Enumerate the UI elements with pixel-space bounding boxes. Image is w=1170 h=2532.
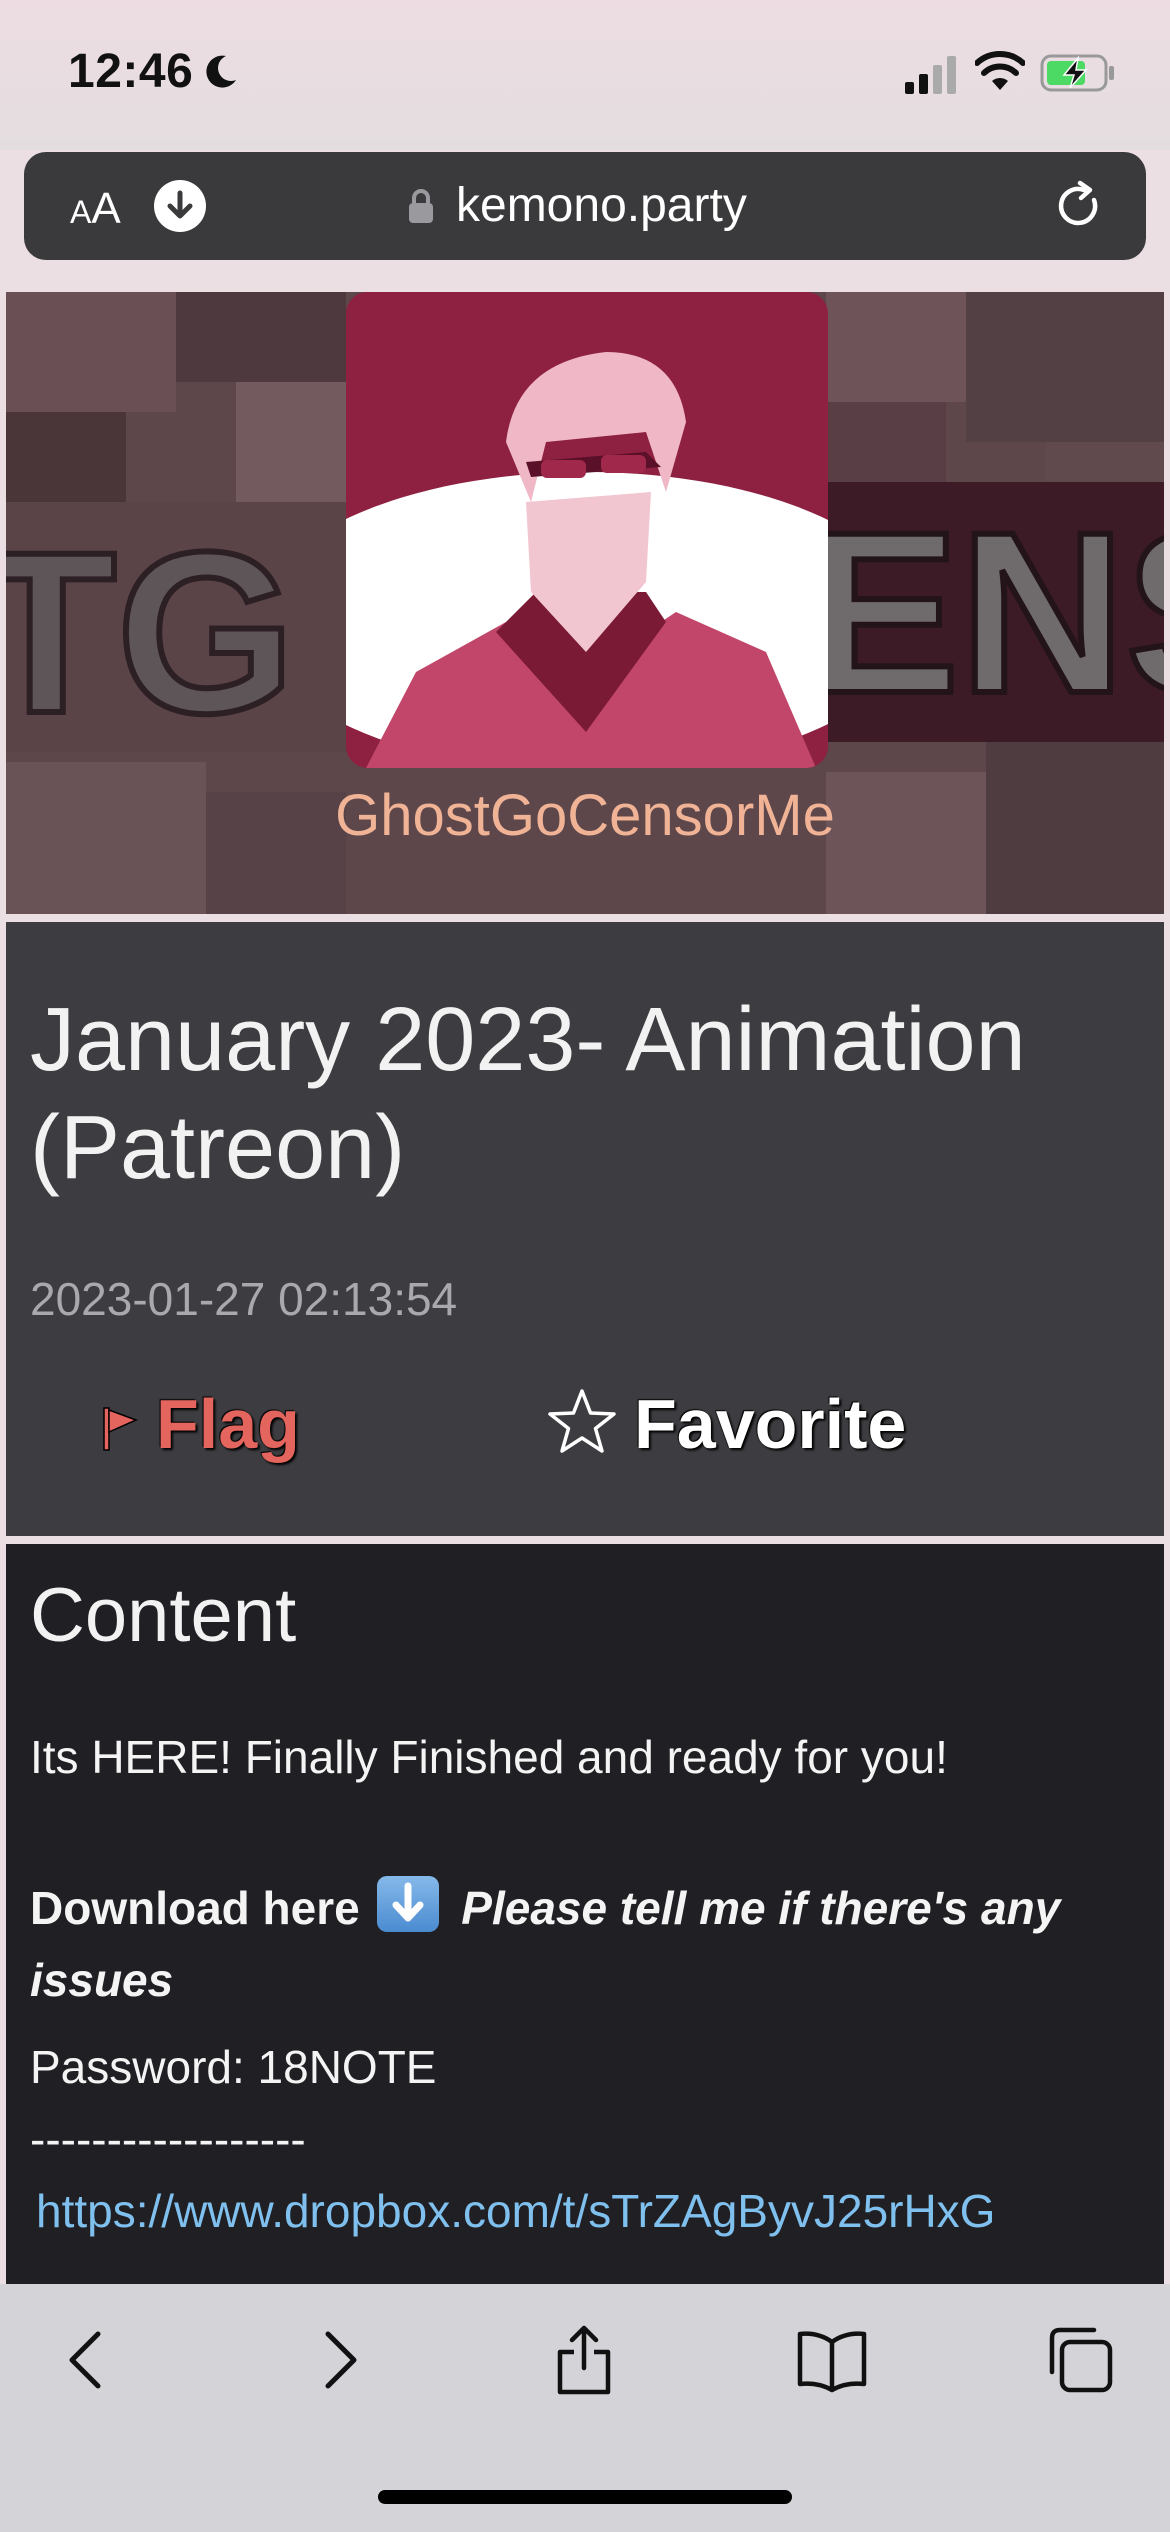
lock-icon xyxy=(409,189,433,223)
home-indicator[interactable] xyxy=(378,2490,792,2504)
status-bar: 12:46 xyxy=(0,0,1170,150)
dropbox-link[interactable]: https://www.dropbox.com/t/sTrZAgByvJ25rH… xyxy=(36,2184,995,2238)
address-bar[interactable]: AA kemono.party xyxy=(24,152,1146,260)
reload-icon[interactable] xyxy=(1054,180,1106,232)
text-size-button[interactable]: AA xyxy=(70,184,121,234)
post-title: January 2023- Animation (Patreon) xyxy=(30,990,1026,1198)
tabs-icon[interactable] xyxy=(1044,2324,1116,2396)
favorite-button[interactable]: Favorite xyxy=(546,1384,906,1464)
back-icon[interactable] xyxy=(52,2324,124,2396)
creator-banner: TG ENS GhostGoCensorMe xyxy=(6,292,1164,914)
forward-icon[interactable] xyxy=(302,2324,374,2396)
post-content: Content Its HERE! Finally Finished and r… xyxy=(6,1544,1164,2284)
down-arrow-emoji-icon xyxy=(376,1876,439,1932)
password-text: Password: 18NOTE xyxy=(30,2041,437,2093)
banner-text-left: TG xyxy=(6,504,295,761)
creator-name[interactable]: GhostGoCensorMe xyxy=(6,782,1164,849)
wifi-icon xyxy=(975,51,1025,90)
favorite-label: Favorite xyxy=(634,1385,907,1463)
content-intro-text: Its HERE! Finally Finished and ready for… xyxy=(30,1731,948,1783)
downloads-icon[interactable] xyxy=(154,180,206,232)
moon-icon xyxy=(206,55,236,88)
share-icon[interactable] xyxy=(548,2324,620,2396)
download-label: Download here xyxy=(30,1882,360,1934)
flag-label: Flag xyxy=(156,1385,300,1463)
flag-icon xyxy=(103,1407,138,1451)
separator-text: ------------------ xyxy=(30,2113,306,2165)
content-heading: Content xyxy=(30,1573,297,1658)
url-text[interactable]: kemono.party xyxy=(456,178,747,233)
creator-avatar[interactable] xyxy=(346,292,828,768)
banner-text-right: ENS xyxy=(806,484,1164,741)
flag-button[interactable]: Flag xyxy=(102,1384,300,1464)
download-instructions: Download here Please tell me if there's … xyxy=(30,1872,1140,2016)
cellular-signal-icon xyxy=(905,56,956,94)
post-date: 2023-01-27 02:13:54 xyxy=(30,1273,458,1325)
bookmarks-icon[interactable] xyxy=(796,2324,868,2396)
star-outline-icon xyxy=(548,1389,616,1453)
post-header: January 2023- Animation (Patreon) 2023-0… xyxy=(6,922,1164,1536)
battery-charging-icon xyxy=(1040,54,1114,92)
status-time: 12:46 xyxy=(68,45,194,98)
